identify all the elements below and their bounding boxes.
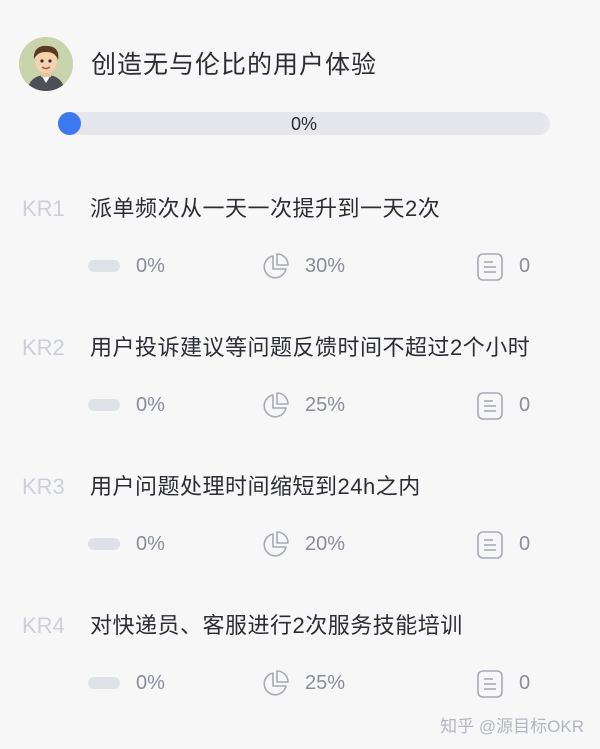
kr-stats: 0% 25% 0 [0,391,600,421]
objective-progress-bar: 0% [58,112,550,135]
kr-confidence[interactable]: 25% [305,391,345,419]
kr-code: KR1 [22,196,65,221]
kr-progress: 0% [136,255,165,277]
document-list-icon[interactable] [476,391,504,421]
kr-progress: 0% [136,533,165,555]
kr-title[interactable]: 用户投诉建议等问题反馈时间不超过2个小时 [90,334,530,362]
objective-progress-label: 0% [290,114,317,134]
objective-title[interactable]: 创造无与伦比的用户体验 [91,45,377,81]
key-result-item[interactable]: KR3 用户问题处理时间缩短到24h之内 0% 20% 0 [0,473,600,593]
document-list-icon[interactable] [476,669,504,699]
avatar[interactable] [19,37,73,91]
okr-objective-card: 创造无与伦比的用户体验 0% KR1 派单频次从一天一次提升到一天2次 0% 3… [0,0,600,749]
kr-confidence[interactable]: 25% [305,669,345,697]
watermark: 知乎 @源目标OKR [440,717,584,736]
kr-stats: 0% 30% 0 [0,252,600,282]
kr-task-count[interactable]: 0 [519,391,530,419]
pie-chart-icon[interactable] [260,391,290,421]
kr-title[interactable]: 对快递员、客服进行2次服务技能培训 [90,612,463,640]
kr-stats: 0% 20% 0 [0,530,600,560]
kr-code: KR2 [22,335,65,360]
kr-task-count[interactable]: 0 [519,530,530,558]
progress-pill-icon [88,399,120,411]
key-result-item[interactable]: KR2 用户投诉建议等问题反馈时间不超过2个小时 0% 25% 0 [0,334,600,454]
progress-pill-icon [88,538,120,550]
pie-chart-icon[interactable] [260,252,290,282]
avatar-illustration [19,37,73,91]
document-list-icon[interactable] [476,252,504,282]
key-result-item[interactable]: KR1 派单频次从一天一次提升到一天2次 0% 30% 0 [0,195,600,315]
pie-chart-icon[interactable] [260,530,290,560]
kr-title[interactable]: 用户问题处理时间缩短到24h之内 [90,473,421,501]
kr-task-count[interactable]: 0 [519,252,530,280]
kr-task-count[interactable]: 0 [519,669,530,697]
progress-pill-icon [88,677,120,689]
pie-chart-icon[interactable] [260,669,290,699]
kr-confidence[interactable]: 30% [305,252,345,280]
kr-stats: 0% 25% 0 [0,669,600,699]
kr-progress: 0% [136,394,165,416]
kr-code: KR4 [22,613,65,638]
kr-code: KR3 [22,474,65,499]
kr-progress: 0% [136,672,165,694]
progress-pill-icon [88,260,120,272]
document-list-icon[interactable] [476,530,504,560]
kr-title[interactable]: 派单频次从一天一次提升到一天2次 [90,195,440,223]
kr-confidence[interactable]: 20% [305,530,345,558]
